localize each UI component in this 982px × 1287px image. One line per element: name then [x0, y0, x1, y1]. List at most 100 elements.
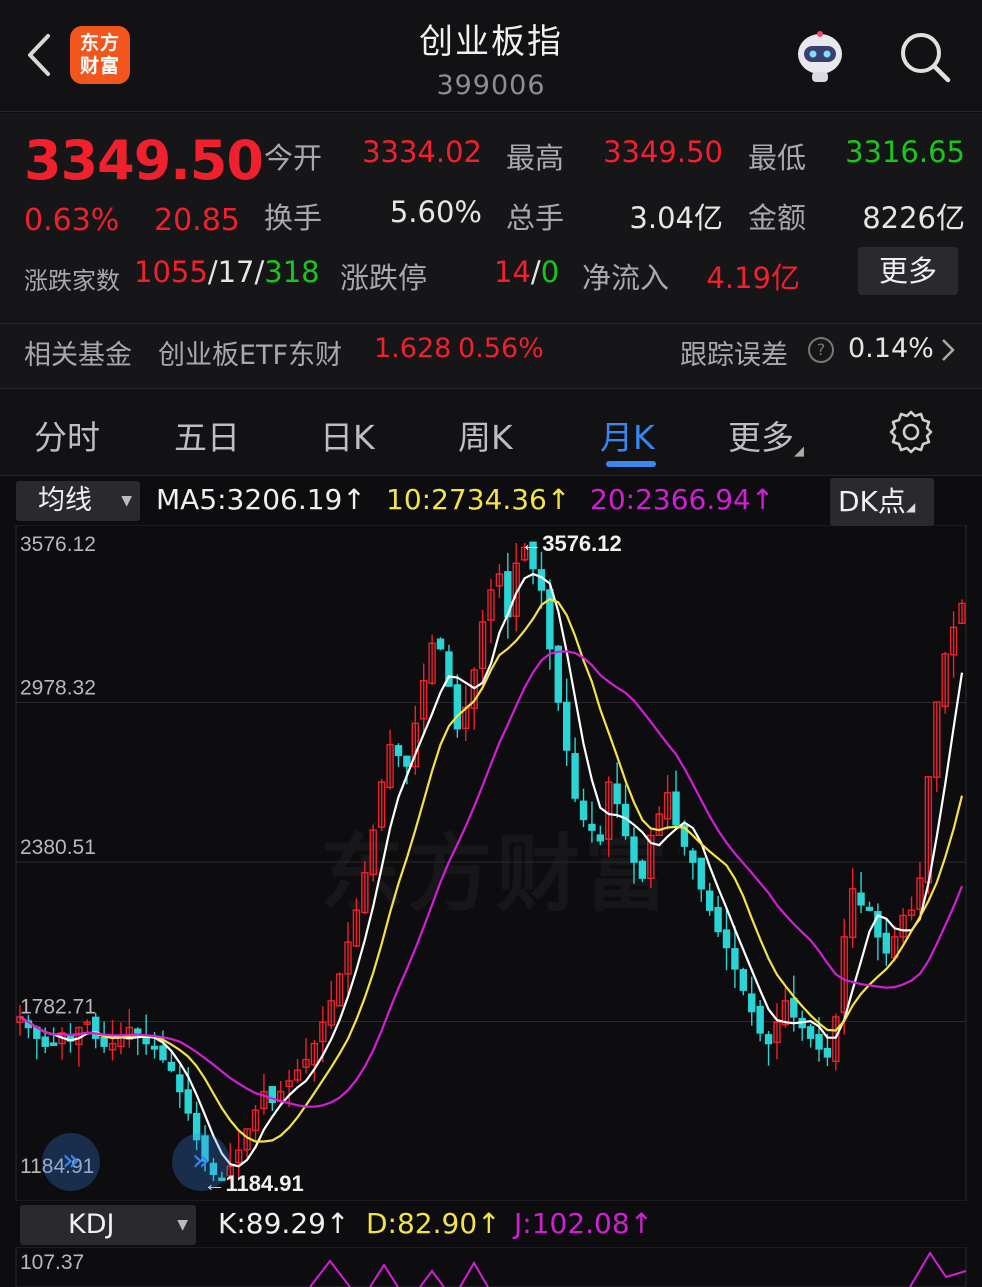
candle-body: [41, 1036, 49, 1047]
candle-body: [167, 1061, 176, 1071]
tab-more[interactable]: 更多◢: [728, 411, 804, 459]
candle-body: [588, 823, 596, 831]
robot-assistant-icon[interactable]: [790, 26, 850, 86]
low-value: 3316.65: [845, 135, 965, 169]
candle-body: [403, 755, 411, 767]
chevron-right-icon[interactable]: [940, 335, 956, 369]
candle-body: [571, 753, 579, 799]
candle-body: [613, 783, 621, 805]
change-percent: 0.63%: [24, 203, 120, 238]
ma-select-label: 均线: [38, 485, 92, 516]
candle-body: [731, 948, 739, 970]
top-header: 东方 财富 创业板指 399006: [0, 0, 982, 112]
tab-weekly-k[interactable]: 周K: [458, 411, 513, 459]
dk-point-button[interactable]: DK点◢: [830, 478, 934, 526]
tab-more-label: 更多: [728, 418, 794, 457]
tab-intraday[interactable]: 分时: [34, 411, 100, 459]
kdj-d-value: D:82.90↑: [366, 1207, 501, 1240]
candle-body: [176, 1074, 184, 1093]
limit-label: 涨跌停: [340, 261, 428, 295]
candle-body: [672, 791, 680, 826]
fund-price: 1.628: [374, 333, 452, 364]
divider: [0, 323, 982, 324]
amount-label: 金额: [748, 201, 807, 235]
candle-body: [150, 1045, 159, 1050]
fund-name[interactable]: 创业板ETF东财: [158, 333, 342, 372]
kdj-j-line: [459, 1261, 489, 1287]
kdj-k-value: K:89.29↑: [218, 1207, 350, 1240]
high-label: 最高: [506, 141, 565, 175]
candle-body: [882, 932, 891, 954]
y-axis-label: 3576.12: [20, 533, 96, 556]
more-button[interactable]: 更多: [858, 247, 958, 295]
volume-value: 3.04亿: [629, 201, 723, 235]
kdj-frame: [15, 1247, 967, 1287]
candle-body: [722, 929, 731, 949]
kdj-j-line: [369, 1263, 399, 1287]
chart-period-tabs: 分时 五日 日K 周K 月K 更多◢: [0, 388, 982, 476]
kdj-j-line: [909, 1251, 967, 1287]
candle-body: [100, 1036, 108, 1047]
ma10-value: 10:2734.36↑: [386, 483, 571, 516]
candle-body: [638, 860, 647, 879]
netflow-label: 净流入: [582, 261, 670, 295]
candle-body: [705, 890, 714, 911]
candle-body: [739, 969, 748, 991]
help-icon[interactable]: ?: [808, 337, 834, 363]
candle-body: [857, 892, 865, 906]
candle-body: [714, 906, 722, 933]
fast-forward-icon-2[interactable]: »: [172, 1133, 230, 1191]
kdj-indicator-select[interactable]: KDJ ▼: [20, 1205, 196, 1245]
tab-monthly-k[interactable]: 月K: [600, 411, 655, 459]
candle-body: [134, 1028, 142, 1034]
ma5-line: [19, 572, 964, 1168]
ma20-value: 20:2366.94↑: [590, 483, 775, 516]
candle-body: [790, 997, 798, 1018]
netflow-value: 4.19亿: [706, 261, 800, 295]
y-axis-label: 1782.71: [20, 996, 96, 1019]
candle-body: [689, 850, 697, 863]
candlestick-chart[interactable]: 3576.122978.322380.511782.711184.91←3576…: [0, 525, 982, 1201]
tab-five-day[interactable]: 五日: [174, 411, 240, 459]
kdj-select-label: KDJ: [68, 1209, 115, 1240]
kdj-j-line: [309, 1259, 351, 1287]
dropdown-triangle-icon: ◢: [794, 444, 804, 459]
flat-count: 17: [217, 255, 255, 289]
open-label: 今开: [264, 141, 323, 175]
candle-body: [579, 800, 588, 821]
candle-body: [697, 857, 705, 890]
candle-body: [436, 638, 445, 650]
candle-body: [49, 1042, 58, 1046]
y-axis-label: 2978.32: [20, 676, 96, 699]
tab-daily-k[interactable]: 日K: [320, 411, 375, 459]
fast-forward-icon[interactable]: »: [42, 1133, 100, 1191]
candle-body: [184, 1089, 192, 1114]
candle-body: [748, 993, 756, 1013]
high-value: 3349.50: [603, 135, 723, 169]
candle-body: [806, 1026, 815, 1039]
quote-panel: 3349.50 0.63% 20.85 今开 3334.02 最高 3349.5…: [0, 113, 982, 388]
candle-body: [823, 1047, 832, 1058]
search-icon[interactable]: [896, 28, 954, 86]
kline-chart-area: 均线 ▼ MA5:3206.19↑ 10:2734.36↑ 20:2366.94↑…: [0, 477, 982, 1287]
kdj-axis-label: 107.37: [20, 1251, 84, 1274]
candle-body: [865, 906, 874, 911]
change-value: 20.85: [154, 203, 240, 238]
ma-indicator-select[interactable]: 均线 ▼: [16, 481, 140, 521]
turnover-value: 5.60%: [389, 195, 482, 229]
settings-gear-icon[interactable]: [888, 409, 934, 455]
candle-body: [453, 684, 462, 730]
kdj-chart: 107.37: [15, 1247, 967, 1287]
amount-value: 8226亿: [862, 201, 965, 235]
limit-values: 14/0: [494, 255, 560, 289]
candle-body: [394, 745, 403, 757]
candle-body: [630, 836, 638, 863]
dropdown-triangle-icon: ◢: [905, 500, 916, 514]
ma5-value: MA5:3206.19↑: [156, 483, 366, 516]
candle-body: [764, 1034, 773, 1045]
y-axis-label: 2380.51: [20, 836, 96, 859]
candle-body: [562, 701, 571, 751]
down-count: 318: [264, 255, 320, 289]
tracking-label: 跟踪误差: [680, 340, 788, 371]
kdj-j-line: [419, 1269, 445, 1287]
